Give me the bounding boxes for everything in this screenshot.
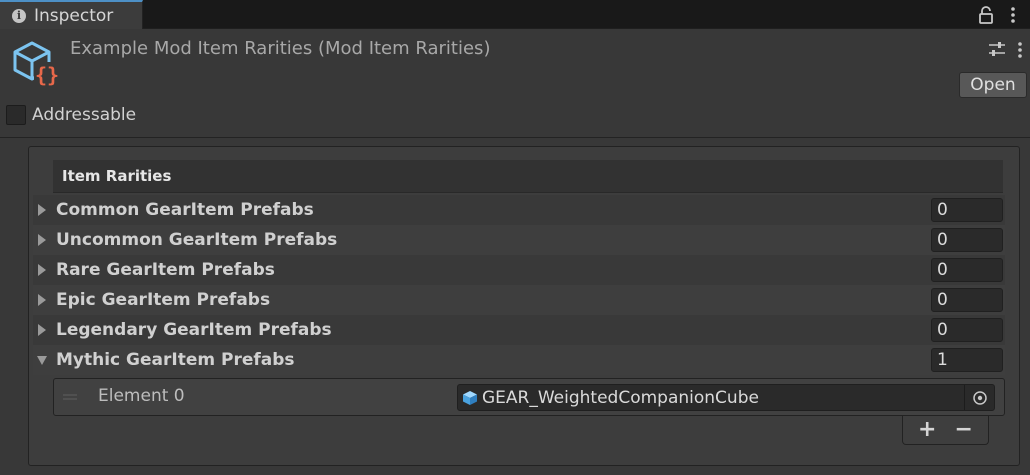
preset-sliders-icon[interactable] [988, 41, 1006, 57]
foldout-epic[interactable]: Epic GearItem Prefabs 0 [33, 285, 1005, 315]
object-reference-field[interactable]: GEAR_WeightedCompanionCube [457, 384, 995, 411]
svg-text:{}: {} [35, 63, 59, 86]
array-size-field[interactable]: 0 [931, 258, 1003, 282]
row-label: Rare GearItem Prefabs [56, 260, 275, 280]
foldout-collapsed-icon[interactable] [37, 324, 47, 336]
foldout-rare[interactable]: Rare GearItem Prefabs 0 [33, 255, 1005, 285]
section-header: Item Rarities [53, 160, 1003, 193]
add-remove-footer: + − [902, 416, 989, 445]
foldout-collapsed-icon[interactable] [37, 204, 47, 216]
array-size-field[interactable]: 0 [931, 288, 1003, 312]
lock-icon[interactable] [978, 6, 994, 24]
remove-button[interactable]: − [955, 419, 973, 441]
asset-title: Example Mod Item Rarities (Mod Item Rari… [70, 38, 491, 59]
array-size-field[interactable]: 1 [931, 348, 1003, 372]
object-picker-button[interactable] [964, 385, 994, 410]
row-label: Uncommon GearItem Prefabs [56, 230, 338, 250]
kebab-menu-icon[interactable] [1017, 41, 1023, 59]
foldout-legendary[interactable]: Legendary GearItem Prefabs 0 [33, 315, 1005, 345]
object-name: GEAR_WeightedCompanionCube [482, 387, 759, 408]
tab-label: Inspector [34, 5, 114, 26]
array-size-field[interactable]: 0 [931, 318, 1003, 342]
kebab-menu-icon[interactable] [1010, 6, 1016, 24]
row-label: Mythic GearItem Prefabs [56, 350, 295, 370]
element-label: Element 0 [98, 386, 185, 406]
array-size-field[interactable]: 0 [931, 228, 1003, 252]
foldout-mythic[interactable]: Mythic GearItem Prefabs 1 [33, 345, 1005, 375]
add-button[interactable]: + [918, 419, 936, 441]
foldout-collapsed-icon[interactable] [37, 294, 47, 306]
info-icon: i [12, 8, 26, 23]
foldout-collapsed-icon[interactable] [37, 234, 47, 246]
addressable-label: Addressable [32, 105, 137, 125]
row-label: Common GearItem Prefabs [56, 200, 314, 220]
array-size-field[interactable]: 0 [931, 198, 1003, 222]
tab-bar [0, 0, 1030, 29]
prefab-cube-icon [463, 390, 477, 405]
scriptable-object-icon: {} [13, 41, 60, 86]
addressable-checkbox[interactable] [6, 105, 26, 125]
tab-inspector[interactable]: i Inspector [0, 0, 143, 29]
foldout-common[interactable]: Common GearItem Prefabs 0 [33, 195, 1005, 225]
row-label: Epic GearItem Prefabs [56, 290, 271, 310]
open-button[interactable]: Open [959, 72, 1027, 98]
target-picker-icon [972, 390, 987, 405]
header-divider [0, 137, 1030, 138]
row-label: Legendary GearItem Prefabs [56, 320, 332, 340]
foldout-uncommon[interactable]: Uncommon GearItem Prefabs 0 [33, 225, 1005, 255]
drag-handle-icon[interactable] [63, 394, 77, 400]
foldout-collapsed-icon[interactable] [37, 264, 47, 276]
foldout-expanded-icon[interactable] [37, 354, 47, 366]
